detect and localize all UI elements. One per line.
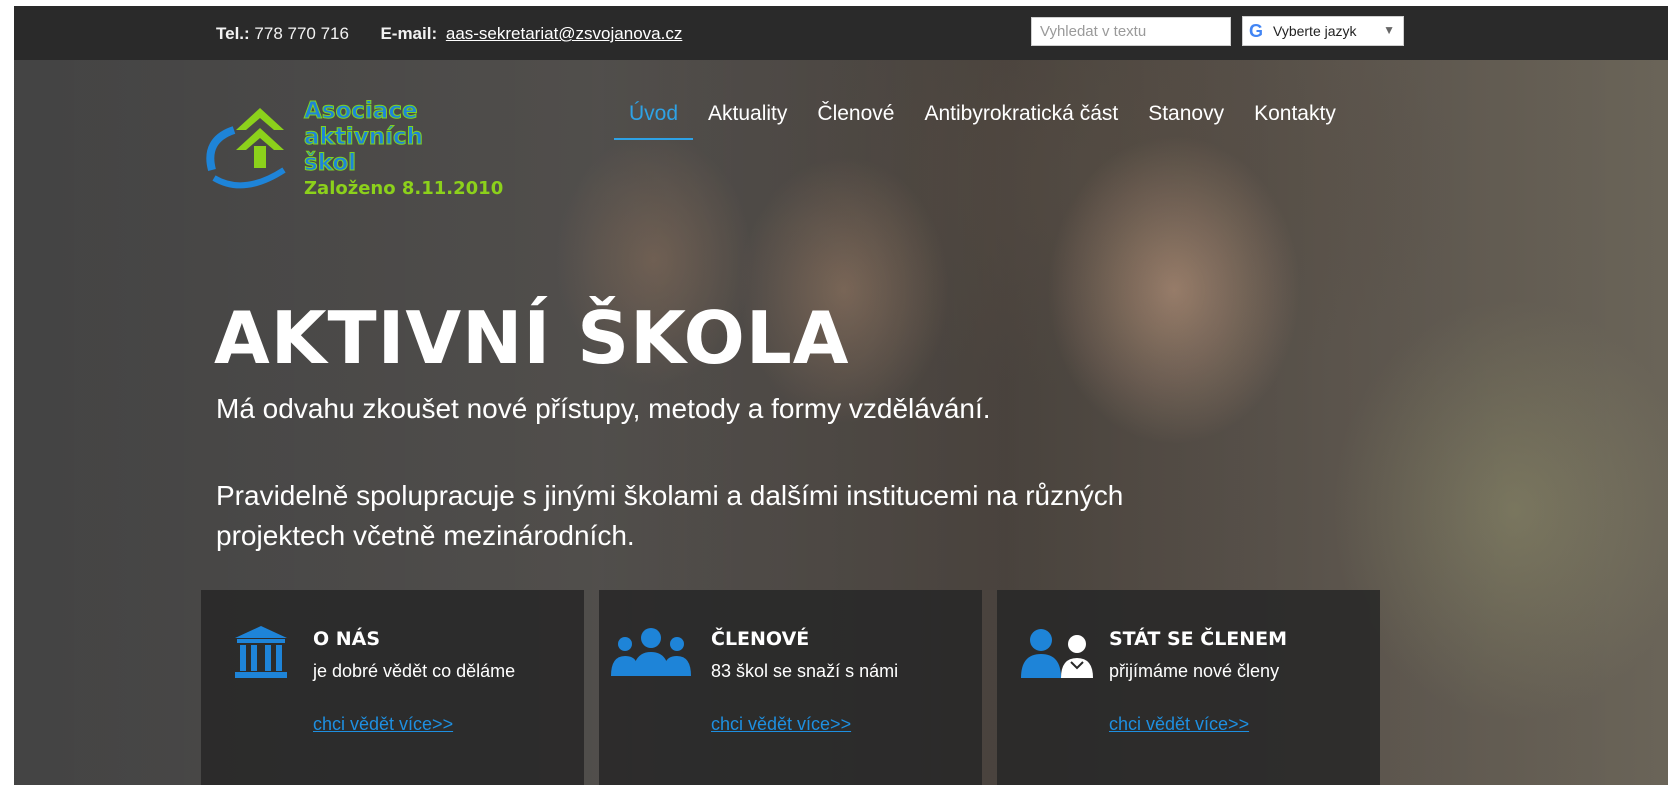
- logo-line-1: Asociace: [304, 98, 419, 125]
- card-more-link[interactable]: chci vědět více>>: [711, 714, 851, 735]
- card-o-nas: O NÁS je dobré vědět co děláme chci vědě…: [201, 590, 584, 785]
- card-more-link[interactable]: chci vědět více>>: [1109, 714, 1249, 735]
- card-description: 83 škol se snaží s námi: [711, 661, 899, 681]
- nav-item-antibyrokraticka[interactable]: Antibyrokratická část: [909, 102, 1133, 140]
- card-title: O NÁS: [313, 628, 381, 650]
- card-clenove: ČLENOVÉ 83 škol se snaží s námi chci věd…: [599, 590, 982, 785]
- contact-info: Tel.: 778 770 716 E-mail: aas-sekretaria…: [216, 24, 682, 44]
- card-title: ČLENOVÉ: [711, 628, 810, 650]
- nav-item-stanovy[interactable]: Stanovy: [1133, 102, 1239, 140]
- phone-label: Tel.:: [216, 24, 250, 43]
- hero-section: Asociace aktivních škol Založeno 8.11.20…: [14, 60, 1668, 785]
- logo-founded: Založeno 8.11.2010: [304, 178, 504, 199]
- top-bar: Tel.: 778 770 716 E-mail: aas-sekretaria…: [14, 6, 1668, 60]
- card-more-link[interactable]: chci vědět více>>: [313, 714, 453, 735]
- hero-subline-2: Pravidelně spolupracuje s jinými školami…: [216, 480, 1124, 551]
- feature-cards: O NÁS je dobré vědět co děláme chci vědě…: [201, 590, 1381, 785]
- nav-item-aktuality[interactable]: Aktuality: [693, 102, 802, 140]
- nav-item-kontakty[interactable]: Kontakty: [1239, 102, 1351, 140]
- language-selector[interactable]: G Vyberte jazyk ▼: [1242, 16, 1404, 46]
- phone-number: 778 770 716: [254, 24, 349, 43]
- card-description: je dobré vědět co děláme: [313, 661, 516, 681]
- nav-item-clenove[interactable]: Členové: [802, 102, 909, 140]
- logo-arrows-icon: [206, 108, 286, 189]
- search-box[interactable]: [1031, 17, 1231, 46]
- language-selector-label: Vyberte jazyk: [1273, 23, 1357, 39]
- hero-subline-1: Má odvahu zkoušet nové přístupy, metody …: [216, 393, 991, 424]
- main-nav: Úvod Aktuality Členové Antibyrokratická …: [614, 102, 1351, 140]
- email-link[interactable]: aas-sekretariat@zsvojanova.cz: [446, 24, 682, 43]
- logo-line-2: aktivních: [304, 124, 424, 151]
- card-stat-se-clenem: STÁT SE ČLENEM přijímáme nové členy chci…: [997, 590, 1380, 785]
- bank-icon: [235, 626, 287, 678]
- page-frame: Tel.: 778 770 716 E-mail: aas-sekretaria…: [14, 6, 1668, 785]
- chevron-down-icon: ▼: [1383, 23, 1395, 37]
- people-group-icon: [611, 628, 691, 676]
- email-label: E-mail:: [380, 24, 438, 43]
- nav-item-uvod[interactable]: Úvod: [614, 102, 694, 140]
- hero-headline: AKTIVNÍ ŠKOLA: [214, 296, 850, 380]
- logo-line-3: škol: [304, 150, 357, 177]
- card-description: přijímáme nové členy: [1109, 661, 1280, 681]
- site-logo[interactable]: Asociace aktivních škol Založeno 8.11.20…: [204, 96, 504, 206]
- logo-text: Asociace aktivních škol: [304, 98, 424, 177]
- search-input[interactable]: [1032, 18, 1230, 45]
- google-icon: G: [1249, 20, 1264, 41]
- user-add-icon: [1021, 629, 1093, 678]
- card-title: STÁT SE ČLENEM: [1109, 628, 1288, 650]
